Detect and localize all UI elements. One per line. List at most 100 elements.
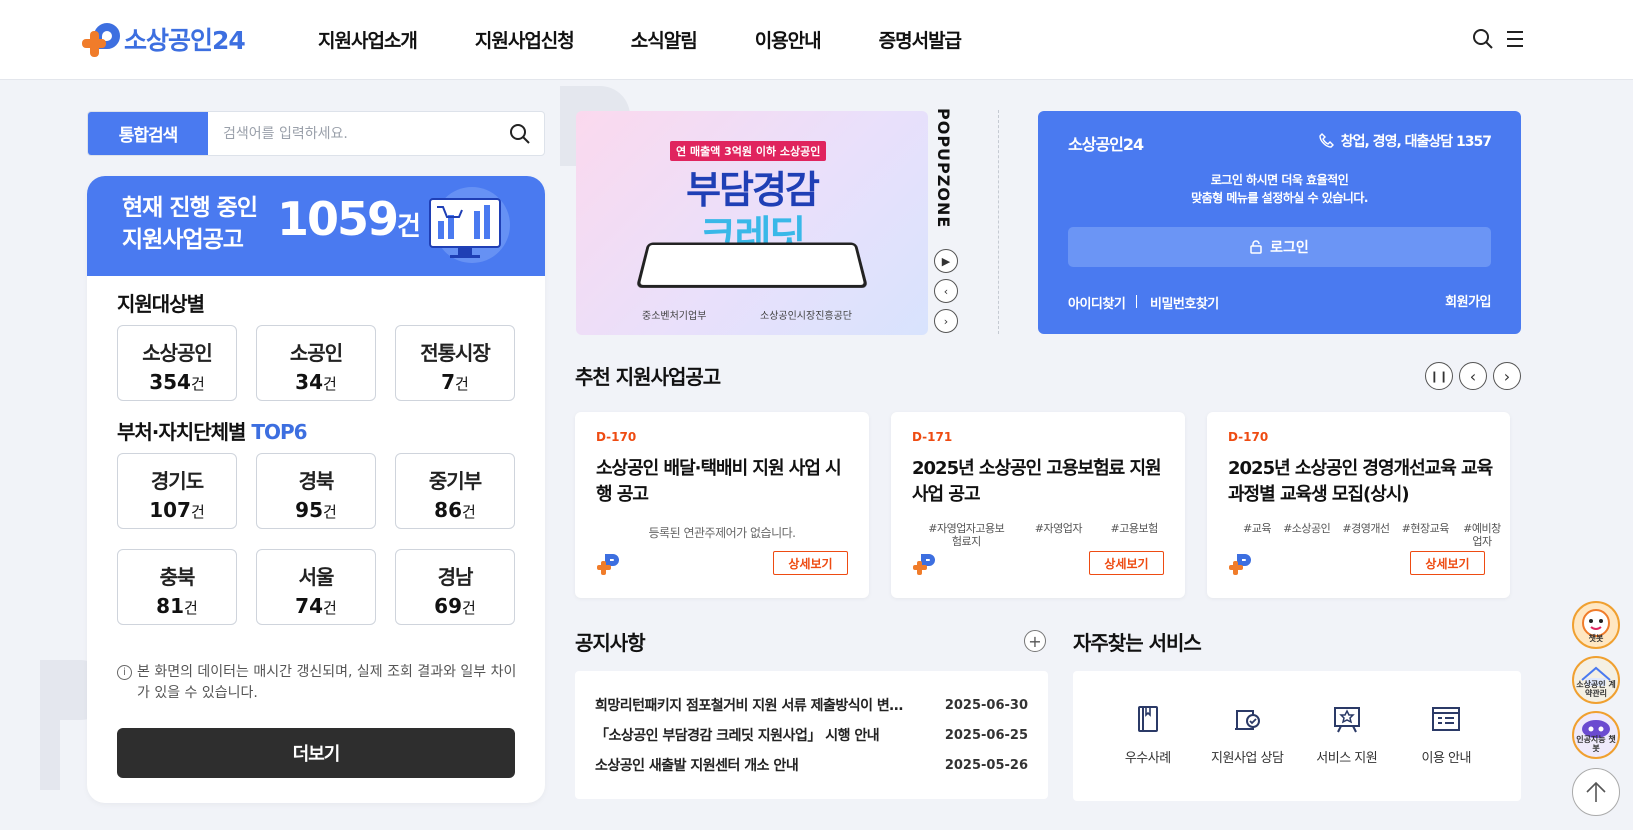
stat-value: 81 — [156, 594, 185, 618]
popup-banner[interactable]: 연 매출액 3억원 이하 소상공인 부담경감 크레딧 중소벤처기업부 소상공인시… — [576, 111, 928, 335]
agency-button-gyeonggi[interactable]: 경기도 107건 — [117, 453, 237, 529]
search-button[interactable] — [496, 112, 544, 155]
notice-row[interactable]: 희망리턴패키지 점포철거비 지원 서류 제출방식이 변경 안내 2025-06-… — [595, 690, 1028, 720]
nav-item-certificate[interactable]: 증명서발급 — [879, 26, 962, 53]
pause-icon: ❙❙ — [1429, 369, 1449, 383]
play-icon: ▶ — [941, 254, 951, 268]
carousel-pause-button[interactable]: ❙❙ — [1425, 362, 1453, 390]
agency-button-gyeongnam[interactable]: 경남 69건 — [395, 549, 515, 625]
notice-row[interactable]: 「소상공인 부담경감 크레딧 지원사업」 시행 안내 2025-06-25 — [595, 720, 1028, 750]
hamburger-menu-icon[interactable] — [1505, 29, 1525, 49]
carousel-prev-button[interactable]: ‹ — [1459, 362, 1487, 390]
notice-row-date: 2025-05-26 — [944, 757, 1028, 773]
tag[interactable]: #교육 — [1243, 522, 1271, 548]
agency-button-mss[interactable]: 중기부 86건 — [395, 453, 515, 529]
login-button[interactable]: 로그인 — [1068, 227, 1491, 267]
login-panel: 소상공인24 창업, 경영, 대출상담 1357 로그인 하시면 더욱 효율적인… — [1038, 111, 1521, 334]
logo-mark-icon — [1229, 554, 1251, 575]
tag[interactable]: #고용보험 — [1111, 522, 1159, 548]
chevron-right-icon: › — [1503, 366, 1511, 386]
more-button[interactable]: 더보기 — [117, 728, 515, 778]
deadline-badge: D-171 — [912, 430, 953, 444]
recommended-card[interactable]: D-171 2025년 소상공인 고용보험료 지원사업 공고 #자영업자고용보험… — [891, 412, 1185, 598]
signup-link[interactable]: 회원가입 — [1445, 291, 1491, 310]
service-best-cases[interactable]: 우수사례 — [1103, 671, 1193, 801]
recommended-card[interactable]: D-170 2025년 소상공인 경영개선교육 교육과정별 교육생 모집(상시)… — [1207, 412, 1510, 598]
ai-chatbot-label: 인공지능 챗봇 — [1576, 735, 1616, 753]
target-button-sogongin[interactable]: 소공인 34건 — [256, 325, 376, 401]
divider — [998, 110, 999, 334]
site-logo[interactable]: 소상공인24 — [82, 20, 246, 58]
agency-button-seoul[interactable]: 서울 74건 — [256, 549, 376, 625]
banner-org-semas: 소상공인시장진흥공단 — [760, 311, 852, 322]
chevron-right-icon: › — [943, 314, 949, 328]
contract-management-button[interactable]: 소상공인 계약관리 — [1572, 656, 1620, 704]
stat-name: 소공인 — [289, 341, 343, 365]
login-site-name: 소상공인24 — [1068, 135, 1144, 154]
chevron-left-icon: ‹ — [943, 284, 949, 298]
support-stats-panel: 현재 진행 중인 지원사업공고 1059건 지원대상별 소상공인 354건 소공… — [87, 176, 545, 803]
tag[interactable]: #현장교육 — [1402, 522, 1450, 548]
agency-button-gyeongbuk[interactable]: 경북 95건 — [256, 453, 376, 529]
notice-row[interactable]: 소상공인 새출발 지원센터 개소 안내 2025-05-26 — [595, 750, 1028, 780]
stat-name: 소상공인 — [142, 341, 213, 365]
nav-item-intro[interactable]: 지원사업소개 — [318, 26, 418, 53]
detail-button[interactable]: 상세보기 — [1089, 551, 1164, 575]
stat-value: 354 — [149, 370, 191, 394]
find-password-link[interactable]: 비밀번호찾기 — [1150, 293, 1219, 312]
detail-button[interactable]: 상세보기 — [1410, 551, 1485, 575]
login-button-label: 로그인 — [1270, 240, 1309, 256]
nav-item-guide[interactable]: 이용안내 — [755, 26, 822, 53]
tag[interactable]: #자영업자 — [1035, 522, 1083, 548]
search-tab[interactable]: 통합검색 — [88, 112, 208, 155]
notice-row-title: 「소상공인 부담경감 크레딧 지원사업」 시행 안내 — [595, 728, 880, 744]
tag[interactable]: #자영업자고용보험료지 — [926, 522, 1006, 548]
nav-item-news[interactable]: 소식알림 — [631, 26, 698, 53]
carousel-next-button[interactable]: › — [1493, 362, 1521, 390]
stat-unit: 건 — [455, 375, 469, 393]
banner-org-mss: 중소벤처기업부 — [642, 311, 707, 322]
stat-value: 34 — [295, 370, 324, 394]
service-support[interactable]: 서비스 지원 — [1302, 671, 1392, 801]
banner-prev-button[interactable]: ‹ — [934, 279, 958, 303]
ai-chatbot-button[interactable]: 인공지능 챗봇 — [1572, 711, 1620, 759]
notice-row-title: 소상공인 새출발 지원센터 개소 안내 — [595, 758, 799, 774]
integrated-search: 통합검색 — [87, 111, 545, 156]
guide-icon — [1432, 707, 1461, 731]
find-id-link[interactable]: 아이디찾기 — [1068, 293, 1126, 312]
tag[interactable]: #소상공인 — [1283, 522, 1331, 548]
consult-icon — [1235, 710, 1261, 730]
service-guide[interactable]: 이용 안내 — [1401, 671, 1491, 801]
notice-list: 희망리턴패키지 점포철거비 지원 서류 제출방식이 변경 안내 2025-06-… — [575, 671, 1048, 799]
detail-button[interactable]: 상세보기 — [773, 551, 848, 575]
stat-unit: 건 — [462, 503, 476, 521]
card-title: 소상공인 배달·택배비 지원 사업 시행 공고 — [596, 458, 842, 505]
search-input[interactable] — [208, 112, 496, 155]
recommended-card[interactable]: D-170 소상공인 배달·택배비 지원 사업 시행 공고 등록된 연관주제어가… — [575, 412, 869, 598]
stat-name: 경북 — [298, 469, 335, 493]
banner-play-button[interactable]: ▶ — [934, 249, 958, 273]
agency-button-chungbuk[interactable]: 충북 81건 — [117, 549, 237, 625]
scroll-to-top-button[interactable] — [1572, 768, 1620, 816]
search-icon[interactable] — [1472, 28, 1494, 50]
chatbot-button[interactable]: 챗봇 — [1572, 601, 1620, 649]
ongoing-count-unit: 건 — [397, 212, 421, 242]
login-message-line1: 로그인 하시면 더욱 효율적인 — [1210, 173, 1349, 187]
stat-name: 경기도 — [150, 469, 204, 493]
services-list: 우수사례 지원사업 상담 서비스 지원 이용 안내 — [1073, 671, 1521, 801]
book-icon — [1137, 706, 1158, 732]
service-consult[interactable]: 지원사업 상담 — [1202, 671, 1292, 801]
banner-next-button[interactable]: › — [934, 309, 958, 333]
contract-label: 소상공인 계약관리 — [1576, 680, 1616, 698]
stat-unit: 건 — [323, 503, 337, 521]
target-button-market[interactable]: 전통시장 7건 — [395, 325, 515, 401]
stat-value: 86 — [434, 498, 463, 522]
notice-more-button[interactable]: + — [1024, 630, 1046, 652]
nav-item-apply[interactable]: 지원사업신청 — [475, 26, 575, 53]
tag-list: #교육 #소상공인 #경영개선 #현장교육 #예비창업자 — [1228, 522, 1503, 548]
lock-icon — [1250, 240, 1262, 254]
card-title: 2025년 소상공인 고용보험료 지원사업 공고 — [912, 458, 1162, 505]
tag[interactable]: #예비창업자 — [1461, 522, 1503, 548]
tag[interactable]: #경영개선 — [1342, 522, 1390, 548]
target-button-sosanggongin[interactable]: 소상공인 354건 — [117, 325, 237, 401]
